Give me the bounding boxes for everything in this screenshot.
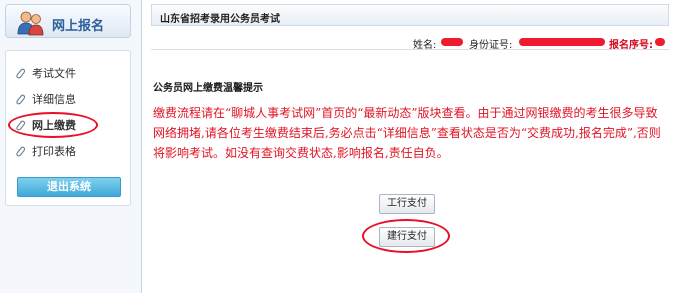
registration-number-label: 报名序号: <box>609 40 653 51</box>
sidebar-item-exam-files[interactable]: 考试文件 <box>14 64 76 82</box>
sidebar-title: 网上报名 <box>52 19 105 34</box>
redaction-mark <box>655 38 665 46</box>
sidebar-item-details[interactable]: 详细信息 <box>14 90 76 108</box>
redaction-mark <box>441 38 463 46</box>
page-root: { "sidebar": { "title": "网上报名", "items":… <box>0 0 674 293</box>
users-icon <box>17 11 44 36</box>
name-label: 姓名: <box>413 40 437 51</box>
sidebar-item-print-form[interactable]: 打印表格 <box>14 142 76 160</box>
sidebar-item-label: 详细信息 <box>32 93 76 106</box>
notice-body: 缴费流程请在“聊城人事考试网”首页的“最新动态”版块查看。由于通过网银缴费的考生… <box>153 106 661 160</box>
paperclip-icon <box>16 94 26 105</box>
sidebar-item-online-payment[interactable]: 网上缴费 <box>14 116 76 134</box>
sidebar-item-label: 考试文件 <box>32 67 76 80</box>
applicant-info-bar: 姓名: 身份证号: 报名序号: <box>151 34 669 51</box>
paperclip-icon <box>16 146 26 157</box>
title-bar: 山东省招考录用公务员考试 <box>151 4 669 26</box>
page-title: 山东省招考录用公务员考试 <box>160 14 280 25</box>
sidebar: 网上报名 考试文件 详细信息 网上缴费 打印表格 退出系统 <box>0 0 142 293</box>
logout-button[interactable]: 退出系统 <box>17 177 121 197</box>
id-number-label: 身份证号: <box>469 40 513 51</box>
redaction-mark <box>519 38 605 46</box>
sidebar-item-label: 打印表格 <box>32 145 76 158</box>
notice-heading: 公务员网上缴费温馨提示 <box>153 83 263 94</box>
icbc-pay-button[interactable]: 工行支付 <box>379 194 435 214</box>
ccb-pay-button[interactable]: 建行支付 <box>379 227 435 247</box>
main-content: 山东省招考录用公务员考试 姓名: 身份证号: 报名序号: 公务员网上缴费温馨提示… <box>151 4 669 293</box>
paperclip-icon <box>16 68 26 79</box>
sidebar-item-label: 网上缴费 <box>32 119 76 132</box>
paperclip-icon <box>16 120 26 131</box>
sidebar-header: 网上报名 <box>5 4 131 38</box>
